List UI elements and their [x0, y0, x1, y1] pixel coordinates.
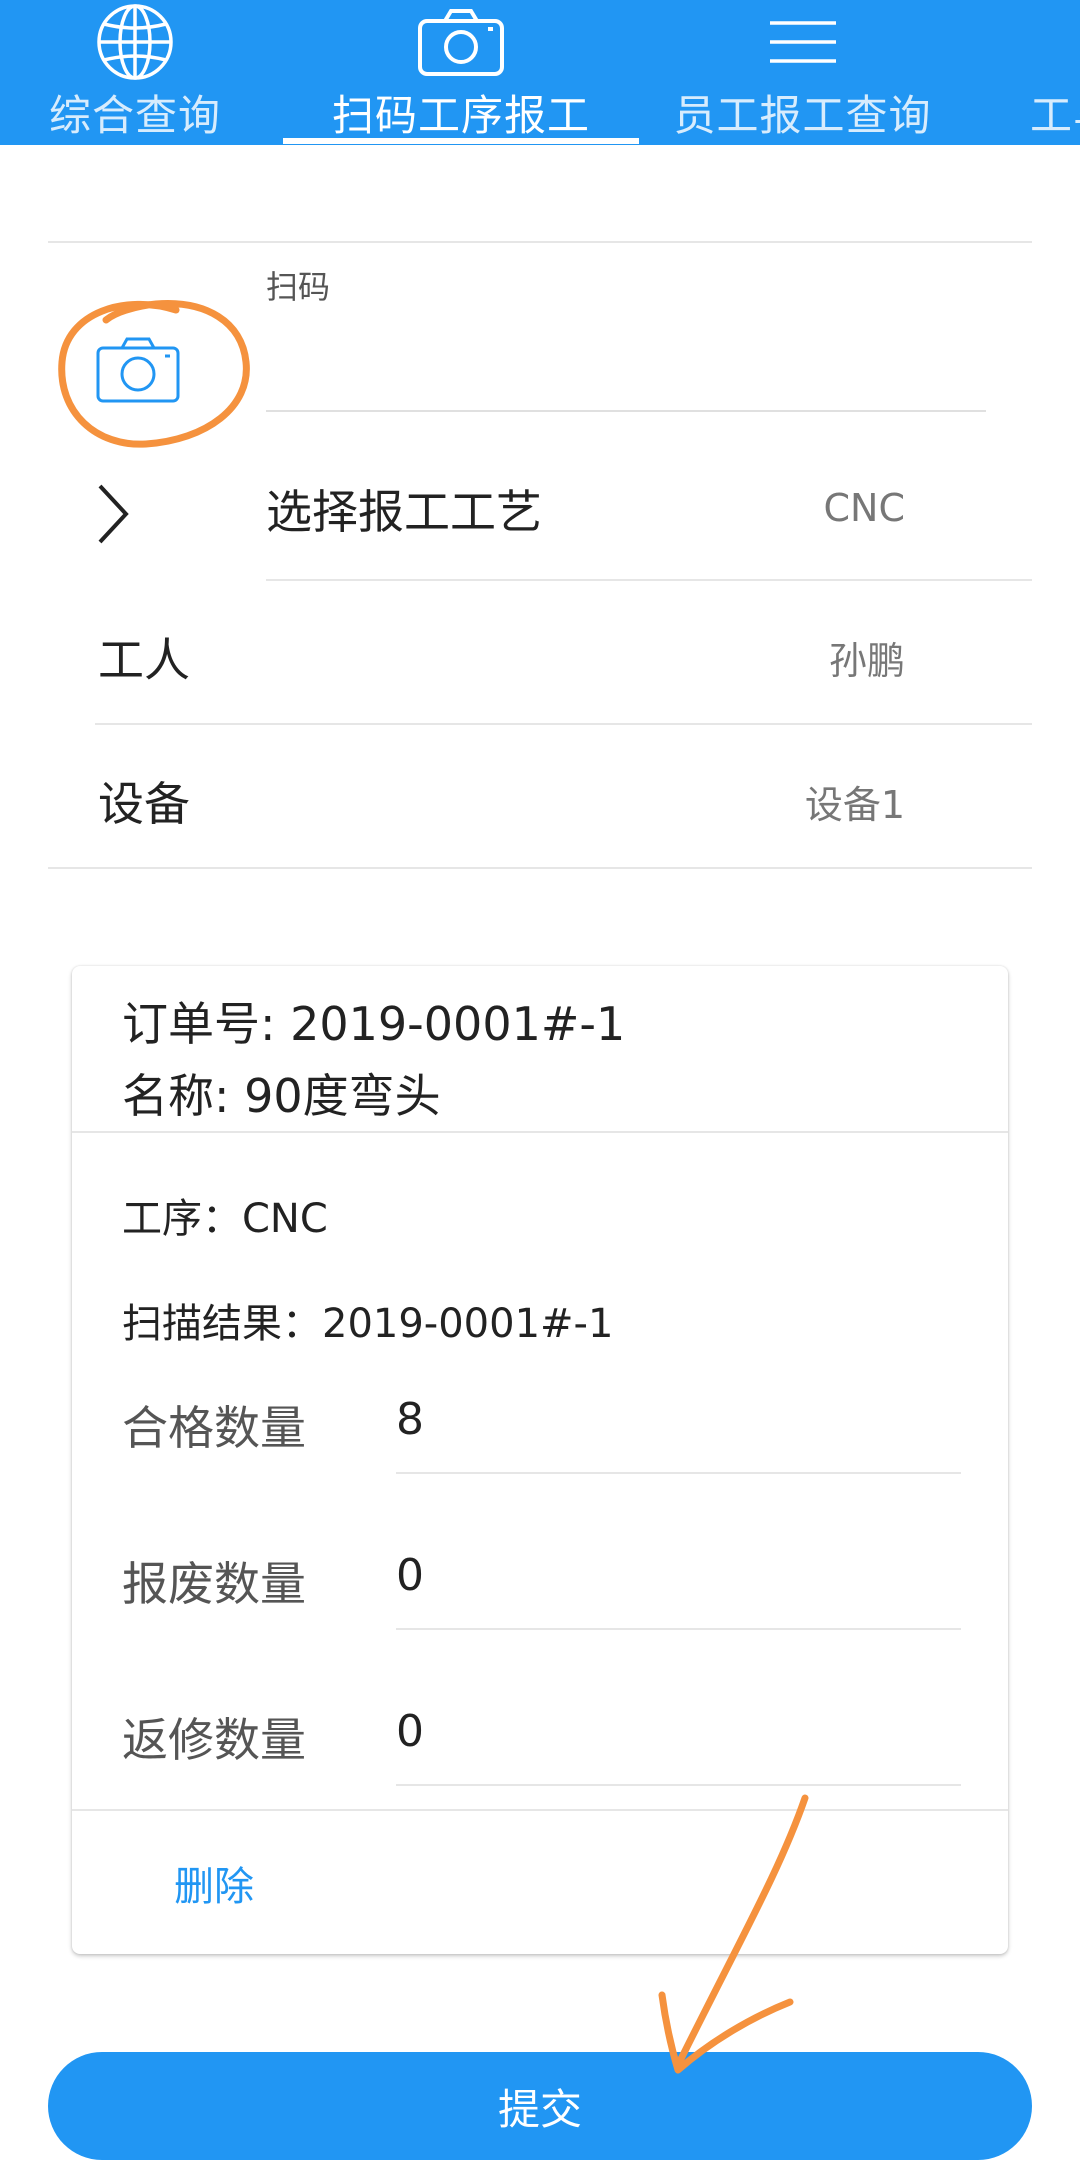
submit-label: 提交	[497, 2084, 582, 2134]
report-card: 订单号: 2019-0001#-1 名称: 90度弯头 工序：CNC 扫描结果：…	[72, 966, 1008, 1954]
tab-label: 工与	[1030, 91, 1080, 140]
qualified-qty-input[interactable]: 8	[396, 1394, 424, 1445]
divider	[48, 867, 1032, 869]
process-value: CNC	[823, 486, 906, 530]
worker-label: 工人	[98, 633, 190, 687]
tab-label: 员工报工查询	[673, 91, 932, 140]
scan-label: 扫码	[266, 268, 331, 306]
submit-button[interactable]: 提交	[48, 2052, 1032, 2160]
clock-icon	[1060, 4, 1080, 80]
order-number: 订单号: 2019-0001#-1	[122, 997, 626, 1051]
tab-general-query[interactable]: 综合查询	[30, 0, 240, 145]
device-value[interactable]: 设备1	[805, 774, 905, 829]
tab-employee-report-query[interactable]: 员工报工查询	[660, 0, 945, 145]
camera-icon	[416, 4, 506, 80]
input-underline	[396, 1628, 961, 1630]
rework-qty-input[interactable]: 0	[396, 1706, 424, 1757]
tab-label: 扫码工序报工	[331, 91, 590, 140]
device-label: 设备	[98, 777, 190, 831]
scrap-qty-label: 报废数量	[122, 1557, 306, 1611]
worker-value[interactable]: 孙鹏	[829, 630, 905, 685]
menu-icon	[758, 4, 848, 80]
globe-icon	[90, 4, 180, 80]
tab-label: 综合查询	[48, 91, 221, 140]
tab-partial[interactable]: 工与	[1005, 0, 1080, 145]
scan-result: 扫描结果：2019-0001#-1	[122, 1301, 614, 1347]
scrap-qty-input[interactable]: 0	[396, 1550, 424, 1601]
active-tab-indicator	[283, 138, 639, 144]
item-name: 名称: 90度弯头	[122, 1069, 441, 1123]
top-tab-bar: 综合查询 扫码工序报工 员工报工查询 工	[0, 0, 1080, 145]
divider	[72, 1131, 1008, 1133]
input-underline	[396, 1784, 961, 1786]
qualified-qty-label: 合格数量	[122, 1401, 306, 1455]
tab-scan-report[interactable]: 扫码工序报工	[283, 0, 639, 145]
scan-input[interactable]	[266, 410, 986, 412]
chevron-right-icon[interactable]	[94, 482, 134, 546]
divider	[266, 579, 1032, 581]
divider	[48, 241, 1032, 243]
delete-button[interactable]: 删除	[174, 1854, 254, 1912]
divider	[72, 1809, 1008, 1811]
input-underline	[396, 1472, 961, 1474]
process-select-label[interactable]: 选择报工工艺	[266, 476, 542, 542]
circle-annotation	[58, 300, 250, 448]
process-info: 工序：CNC	[122, 1196, 328, 1242]
divider	[95, 723, 1032, 725]
rework-qty-label: 返修数量	[122, 1713, 306, 1767]
